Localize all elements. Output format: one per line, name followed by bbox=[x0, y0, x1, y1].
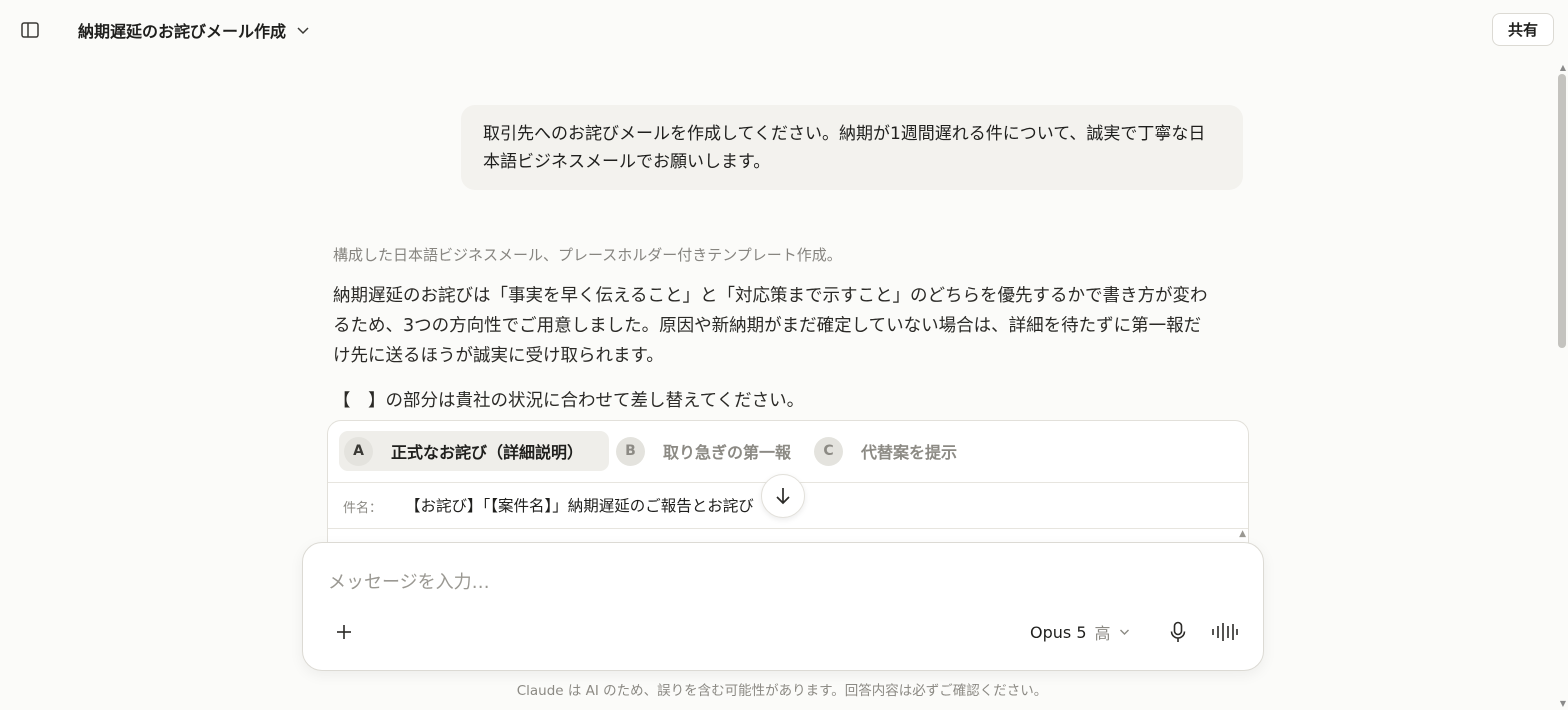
model-selector[interactable]: Opus 5 高 bbox=[1030, 619, 1130, 645]
dictation-button[interactable] bbox=[1163, 617, 1193, 647]
user-message: 取引先へのお詫びメールを作成してください。納期が1週間遅れる件について、誠実で丁… bbox=[461, 105, 1243, 190]
plus-icon bbox=[337, 625, 351, 639]
tab-label: 取り急ぎの第一報 bbox=[663, 443, 792, 462]
message-input[interactable] bbox=[328, 567, 1228, 597]
voice-mode-icon bbox=[1212, 623, 1238, 641]
assistant-paragraph: 納期遅延のお詫びは「事実を早く伝えること」と「対応策まで示すこと」のどちらを優先… bbox=[333, 286, 1208, 366]
conversation-title-menu[interactable]: 納期遅延のお詫びメール作成 bbox=[78, 17, 310, 43]
tab-label: 正式なお詫び（詳細説明） bbox=[391, 443, 584, 462]
scroll-to-bottom-button[interactable] bbox=[761, 474, 805, 518]
subject-label: 件名： bbox=[343, 501, 383, 516]
scroll-up-icon[interactable]: ▲ bbox=[1560, 63, 1566, 72]
tab-variant-b[interactable]: B 取り急ぎの第一報 bbox=[611, 431, 805, 471]
arrow-down-icon bbox=[776, 488, 790, 505]
microphone-icon bbox=[1170, 621, 1186, 642]
sidebar-icon bbox=[21, 22, 39, 38]
tab-variant-a[interactable]: A 正式なお詫び（詳細説明） bbox=[339, 431, 609, 471]
thinking-summary[interactable]: 構成した日本語ビジネスメール、プレースホルダー付きテンプレート作成。 bbox=[333, 244, 842, 265]
add-attachment-button[interactable] bbox=[329, 617, 359, 647]
sidebar-toggle-button[interactable] bbox=[16, 16, 44, 44]
card-scroll-up-icon[interactable]: ▲ bbox=[1239, 529, 1246, 539]
conversation-title: 納期遅延のお詫びメール作成 bbox=[78, 22, 287, 41]
footer-disclaimer: Claude は AI のため、誤りを含む可能性があります。回答内容は必ずご確認… bbox=[516, 683, 1048, 699]
tab-badge: B bbox=[616, 436, 645, 466]
chevron-down-icon bbox=[297, 27, 309, 35]
tab-badge: C bbox=[814, 436, 843, 466]
model-level: 高 bbox=[1094, 624, 1111, 643]
model-name: Opus 5 bbox=[1030, 622, 1087, 642]
subject-value: 【お詫び】「【案件名】」納期遅延のご報告とお詫び bbox=[405, 497, 754, 515]
scroll-down-icon[interactable]: ▼ bbox=[1560, 699, 1566, 708]
share-button[interactable]: 共有 bbox=[1492, 13, 1554, 46]
message-composer: Opus 5 高 bbox=[302, 542, 1264, 671]
header: 納期遅延のお詫びメール作成 共有 bbox=[0, 0, 1568, 60]
tab-label: 代替案を提示 bbox=[861, 443, 958, 462]
chevron-down-icon bbox=[1119, 629, 1129, 635]
app-window: 納期遅延のお詫びメール作成 共有 取引先へのお詫びメールを作成してください。納期… bbox=[0, 0, 1568, 710]
tab-badge: A bbox=[344, 436, 373, 466]
assistant-note: 【 】の部分は貴社の状況に合わせて差し替えてください。 bbox=[333, 391, 805, 411]
scrollbar-thumb[interactable] bbox=[1558, 74, 1566, 348]
voice-mode-button[interactable] bbox=[1209, 617, 1241, 647]
tab-variant-c[interactable]: C 代替案を提示 bbox=[809, 431, 971, 471]
